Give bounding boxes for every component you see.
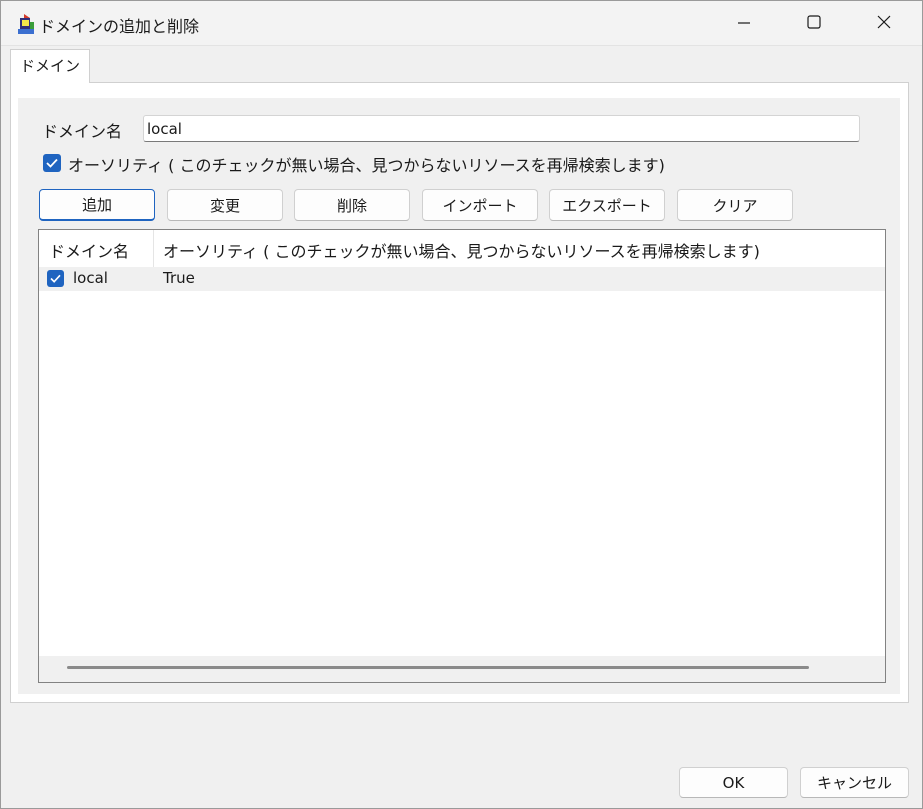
add-button[interactable]: 追加	[39, 189, 155, 221]
title-bar[interactable]: ドメインの追加と削除	[1, 1, 922, 46]
close-button[interactable]	[849, 1, 919, 46]
column-divider[interactable]	[153, 230, 154, 267]
window-title: ドメインの追加と削除	[39, 17, 200, 36]
ok-button[interactable]: OK	[679, 767, 788, 798]
table-row[interactable]: local True	[39, 267, 885, 291]
dialog-window: ドメインの追加と削除 ドメイン ドメイン名 local オーソリティ ( このチ…	[0, 0, 923, 809]
minimize-icon	[738, 15, 750, 33]
close-icon	[877, 15, 891, 33]
cell-domain: local	[73, 269, 108, 287]
clear-button[interactable]: クリア	[677, 189, 793, 221]
authority-checkbox[interactable]	[43, 154, 61, 172]
tab-domain[interactable]: ドメイン	[10, 49, 90, 83]
domain-name-label: ドメイン名	[42, 122, 123, 141]
app-icon	[16, 13, 36, 35]
row-checkbox[interactable]	[47, 270, 64, 287]
cancel-button[interactable]: キャンセル	[800, 767, 909, 798]
change-button[interactable]: 変更	[167, 189, 283, 221]
export-button[interactable]: エクスポート	[549, 189, 665, 221]
import-button[interactable]: インポート	[422, 189, 538, 221]
domain-name-input[interactable]: local	[143, 115, 860, 142]
horizontal-scrollbar[interactable]	[39, 656, 885, 682]
domain-settings-panel: ドメイン名 local オーソリティ ( このチェックが無い場合、見つからないリ…	[18, 98, 900, 694]
column-header-domain[interactable]: ドメイン名	[49, 238, 129, 262]
delete-button[interactable]: 削除	[294, 189, 410, 221]
column-header-authority[interactable]: オーソリティ ( このチェックが無い場合、見つからないリソースを再帰検索します)	[163, 238, 760, 262]
minimize-button[interactable]	[709, 1, 779, 46]
maximize-icon	[807, 14, 821, 33]
cell-authority: True	[163, 269, 195, 287]
list-header: ドメイン名 オーソリティ ( このチェックが無い場合、見つからないリソースを再帰…	[39, 230, 885, 267]
authority-checkbox-label[interactable]: オーソリティ ( このチェックが無い場合、見つからないリソースを再帰検索します)	[68, 152, 665, 176]
maximize-button[interactable]	[779, 1, 849, 46]
domain-list[interactable]: ドメイン名 オーソリティ ( このチェックが無い場合、見つからないリソースを再帰…	[38, 229, 886, 683]
scrollbar-thumb[interactable]	[67, 666, 809, 669]
